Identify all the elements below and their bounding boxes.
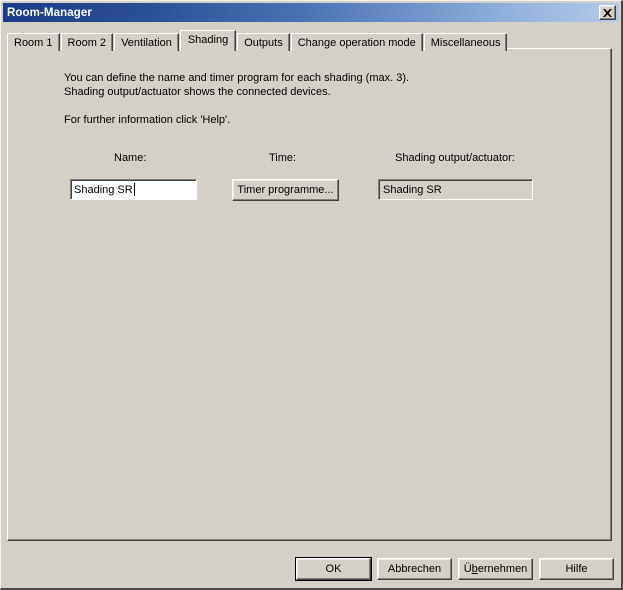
- apply-label-suffix: ernehmen: [477, 563, 528, 575]
- shading-output-value: Shading SR: [383, 183, 442, 196]
- title-bar: Room-Manager: [3, 3, 619, 22]
- cancel-button-label: Abbrechen: [387, 563, 442, 575]
- help-button[interactable]: Hilfe: [539, 558, 614, 580]
- ok-button[interactable]: OK: [295, 557, 372, 581]
- dialog-button-bar: OK Abbrechen Übernehmen Hilfe: [295, 557, 614, 581]
- name-label: Name:: [114, 152, 147, 164]
- description-line-2: Shading output/actuator shows the connec…: [64, 86, 331, 98]
- shading-output-field: Shading SR: [378, 179, 533, 200]
- shading-tab-panel: You can define the name and timer progra…: [7, 48, 612, 541]
- name-input[interactable]: Shading SR: [70, 179, 197, 200]
- panel-description: You can define the name and timer progra…: [64, 71, 409, 127]
- close-x-icon: [603, 8, 612, 17]
- tab-change-operation-mode[interactable]: Change operation mode: [290, 33, 423, 51]
- tab-label: Room 1: [14, 36, 53, 49]
- room-manager-window: Room-Manager Room 1 Room 2 Ventilation S…: [0, 0, 623, 590]
- apply-label-prefix: Ü: [463, 563, 472, 575]
- ok-button-label: OK: [325, 563, 342, 575]
- tab-label: Ventilation: [121, 36, 172, 49]
- time-label: Time:: [269, 152, 297, 164]
- tab-room-2[interactable]: Room 2: [60, 33, 114, 51]
- timer-programme-button-label: Timer programme...: [237, 184, 334, 196]
- apply-button[interactable]: Übernehmen: [458, 558, 533, 580]
- window-title: Room-Manager: [7, 6, 92, 19]
- name-input-value: Shading SR: [74, 183, 133, 196]
- text-caret: [133, 183, 135, 196]
- tab-shading[interactable]: Shading: [179, 30, 237, 51]
- tab-label: Room 2: [67, 36, 107, 49]
- help-button-label: Hilfe: [565, 563, 588, 575]
- tab-room-1[interactable]: Room 1: [7, 33, 60, 51]
- apply-button-label: Übernehmen: [464, 563, 528, 575]
- cancel-button[interactable]: Abbrechen: [377, 558, 452, 580]
- tab-strip: Room 1 Room 2 Ventilation Shading Output…: [7, 30, 612, 51]
- description-line-1: You can define the name and timer progra…: [64, 72, 410, 84]
- tab-miscellaneous[interactable]: Miscellaneous: [423, 33, 508, 51]
- tab-label: Outputs: [244, 36, 283, 49]
- description-line-3: For further information click 'Help'.: [64, 114, 231, 126]
- shading-output-label: Shading output/actuator:: [395, 152, 515, 164]
- tab-label: Shading: [187, 34, 229, 46]
- tab-outputs[interactable]: Outputs: [237, 33, 290, 51]
- tab-label: Change operation mode: [297, 36, 416, 49]
- tab-ventilation[interactable]: Ventilation: [114, 33, 179, 51]
- tab-label: Miscellaneous: [430, 36, 501, 49]
- timer-programme-button[interactable]: Timer programme...: [232, 179, 339, 201]
- close-button[interactable]: [599, 5, 616, 20]
